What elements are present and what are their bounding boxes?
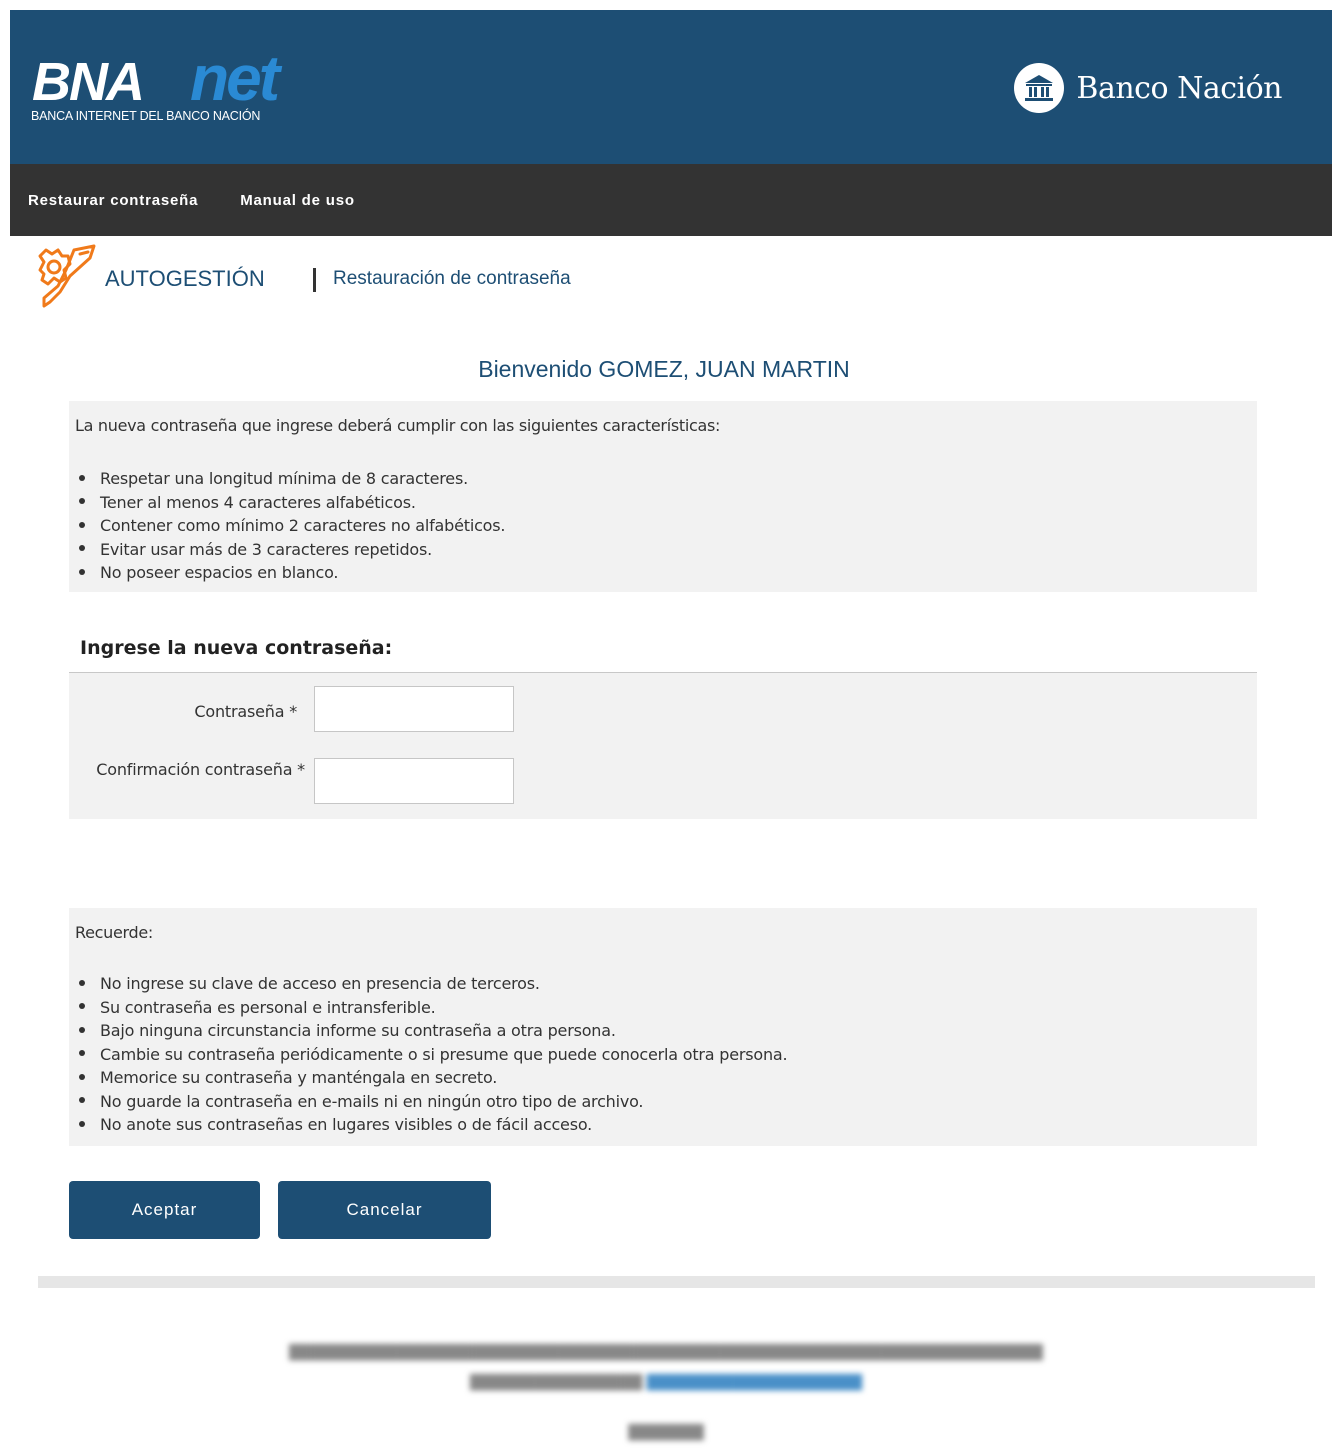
breadcrumb-separator [313, 268, 316, 292]
breadcrumb: AUTOGESTIÓN Restauración de contraseña [30, 240, 730, 310]
page-frame: BNA net BANCA INTERNET DEL BANCO NACIÓN … [10, 10, 1332, 236]
welcome-text: Bienvenido GOMEZ, JUAN MARTIN [478, 356, 850, 382]
cancel-button[interactable]: Cancelar [278, 1181, 491, 1239]
header: BNA net BANCA INTERNET DEL BANCO NACIÓN … [10, 10, 1332, 164]
breadcrumb-subtitle: Restauración de contraseña [333, 268, 571, 289]
bank-building-icon [1014, 63, 1065, 113]
nav-bar: Restaurar contraseña Manual de uso [10, 164, 1332, 236]
gear-wrench-icon [38, 244, 96, 308]
nav-item-restaurar-contrasena[interactable]: Restaurar contraseña [28, 192, 198, 209]
bna-net-logo-graphic: BNA net [32, 50, 286, 110]
reminder-intro: Recuerde: [75, 923, 154, 942]
bank-name: Banco Nación [1076, 70, 1282, 106]
bna-logo[interactable]: BNA net BANCA INTERNET DEL BANCO NACIÓN [30, 50, 340, 140]
requirements-intro: La nueva contraseña que ingrese deberá c… [75, 416, 721, 435]
confirm-password-input[interactable] [314, 758, 514, 804]
svg-text:net: net [190, 50, 283, 110]
password-label: Contraseña * [194, 702, 297, 721]
confirm-password-label-text: Confirmación contraseña * [96, 760, 305, 779]
list-item: Memorice su contraseña y manténgala en s… [79, 1066, 787, 1090]
reminder-panel: Recuerde: No ingrese su clave de acceso … [69, 908, 1257, 1146]
logo-tagline: BANCA INTERNET DEL BANCO NACIÓN [31, 109, 261, 123]
form-title: Ingrese la nueva contraseña: [80, 637, 393, 659]
confirm-password-label: Confirmación contraseña * [75, 760, 305, 779]
list-item: Su contraseña es personal e intransferib… [79, 996, 787, 1020]
welcome-message: Bienvenido GOMEZ, JUAN MARTIN [0, 356, 1332, 383]
svg-text:BNA: BNA [32, 52, 143, 110]
footer-divider [38, 1276, 1315, 1288]
footer-line: ████████████████ ████████████████████ [469, 1375, 863, 1391]
list-item: Respetar una longitud mínima de 8 caract… [79, 467, 505, 491]
list-item: No poseer espacios en blanco. [79, 561, 505, 585]
footer-link[interactable]: ████████████████████ [647, 1375, 862, 1391]
list-item: Bajo ninguna circunstancia informe su co… [79, 1019, 787, 1043]
reminder-list: No ingrese su clave de acceso en presenc… [79, 972, 788, 1137]
nav-item-manual-de-uso[interactable]: Manual de uso [240, 192, 355, 209]
list-item: No guarde la contraseña en e-mails ni en… [79, 1090, 787, 1114]
accept-button[interactable]: Aceptar [69, 1181, 260, 1239]
list-item: Cambie su contraseña periódicamente o si… [79, 1043, 788, 1067]
banco-nacion-logo[interactable]: Banco Nación [1014, 62, 1282, 114]
requirements-panel: La nueva contraseña que ingrese deberá c… [69, 401, 1257, 592]
footer-line: ███████ [628, 1425, 704, 1441]
footer-line: ████████████████████████████████████████… [289, 1345, 1043, 1361]
list-item: No ingrese su clave de acceso en presenc… [79, 972, 787, 996]
list-item: Evitar usar más de 3 caracteres repetido… [79, 538, 505, 562]
blurred-footer: ████████████████████████████████████████… [0, 1338, 1332, 1448]
list-item: Contener como mínimo 2 caracteres no alf… [79, 514, 505, 538]
breadcrumb-title: AUTOGESTIÓN [105, 266, 265, 291]
requirements-list: Respetar una longitud mínima de 8 caract… [79, 467, 505, 585]
list-item: Tener al menos 4 caracteres alfabéticos. [79, 491, 505, 515]
password-input[interactable] [314, 686, 514, 732]
list-item: No anote sus contraseñas en lugares visi… [79, 1113, 787, 1137]
password-form: Contraseña * Confirmación contraseña * [69, 672, 1257, 819]
